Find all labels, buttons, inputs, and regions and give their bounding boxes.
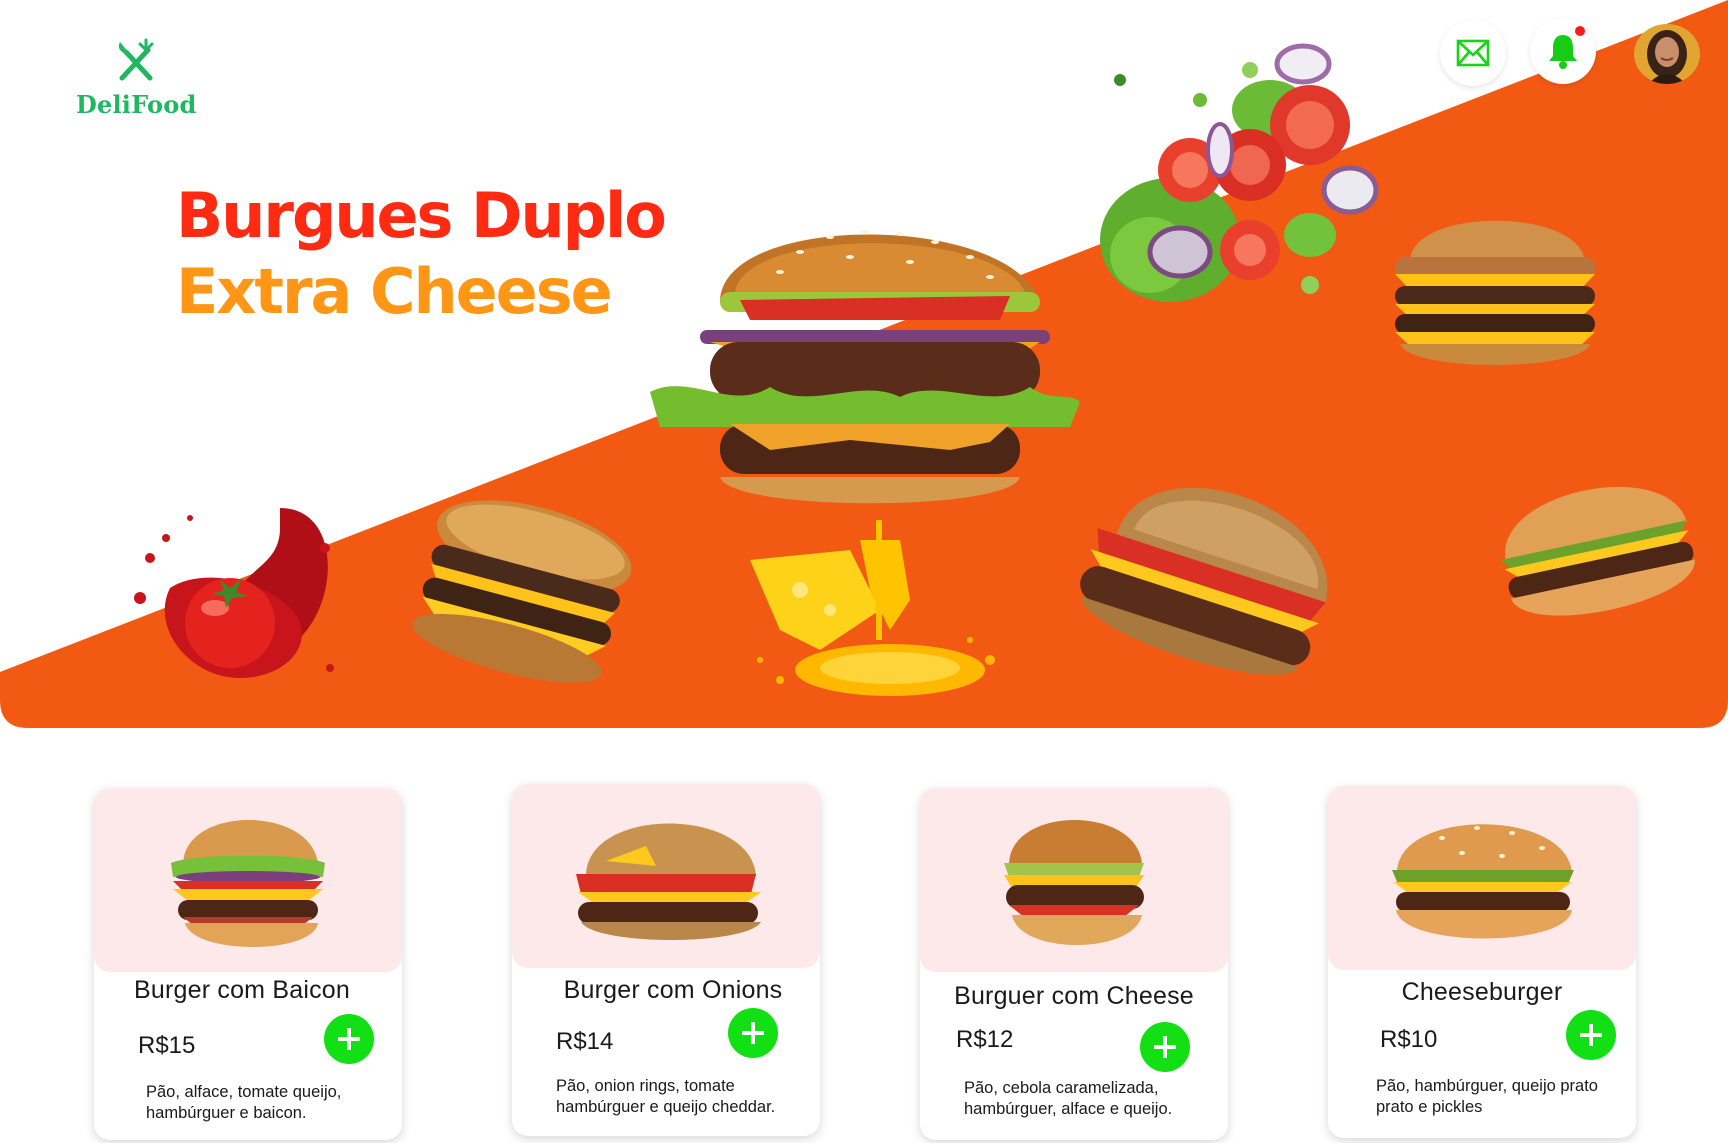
add-to-cart-button[interactable]	[728, 1008, 778, 1058]
add-to-cart-button[interactable]	[1140, 1022, 1190, 1072]
cheeseburger-hero-illustration	[1500, 486, 1695, 616]
product-description: Pão, cebola caramelizada, hambúrguer, al…	[964, 1079, 1173, 1118]
plus-icon	[1154, 1036, 1176, 1058]
floating-vegetables-illustration	[1100, 43, 1379, 302]
product-image-panel	[512, 784, 820, 968]
bell-icon	[1549, 35, 1577, 69]
triple-stack-burger-illustration	[1395, 220, 1595, 365]
double-burger-illustration	[412, 500, 632, 683]
brand-logo[interactable]: DeliFood	[76, 36, 196, 119]
plus-icon	[742, 1022, 764, 1044]
product-description: Pão, alface, tomate queijo, hambúrguer e…	[146, 1083, 342, 1122]
cheese-burger-image	[1004, 820, 1144, 945]
product-name: Burger com Baicon	[134, 976, 350, 1004]
product-name: Burguer com Cheese	[954, 982, 1194, 1010]
hero-title: Burgues Duplo Extra Cheese	[176, 178, 667, 330]
hero-title-line2: Extra Cheese	[176, 255, 613, 328]
melting-cheese-illustration	[750, 520, 995, 696]
product-price: R$12	[956, 1026, 1014, 1053]
product-image-panel	[1328, 786, 1636, 970]
add-to-cart-button[interactable]	[1566, 1010, 1616, 1060]
user-avatar[interactable]	[1634, 24, 1700, 84]
add-to-cart-button[interactable]	[324, 1014, 374, 1064]
product-card-cheese[interactable]: Burguer com Cheese R$12 Pão, cebola cara…	[920, 788, 1228, 1140]
onion-burger-illustration	[1080, 487, 1328, 675]
product-description: Pão, hambúrguer, queijo prato prato e pi…	[1376, 1077, 1598, 1116]
product-price: R$14	[556, 1028, 614, 1055]
notifications-button[interactable]	[1530, 18, 1596, 84]
bacon-burger-image	[171, 820, 325, 947]
fork-knife-icon	[118, 38, 154, 81]
mail-icon	[1456, 39, 1490, 67]
product-name: Burger com Onions	[563, 976, 783, 1004]
hero-title-line1: Burgues Duplo	[176, 179, 667, 252]
app-root: DeliFood Burgues Duplo Extra Cheese Burg…	[0, 0, 1728, 1143]
product-price: R$15	[138, 1032, 196, 1059]
plus-icon	[338, 1028, 360, 1050]
plus-icon	[1580, 1024, 1602, 1046]
product-image-panel	[94, 788, 402, 972]
notification-badge	[1573, 24, 1587, 38]
product-image-panel	[920, 788, 1228, 972]
product-name: Cheeseburger	[1401, 978, 1563, 1006]
onion-burger-image	[576, 823, 761, 940]
product-card-cheeseburger[interactable]: Cheeseburger R$10 Pão, hambúrguer, queij…	[1328, 786, 1636, 1138]
mail-button[interactable]	[1440, 20, 1506, 86]
product-card-onions[interactable]: Burger com Onions R$14 Pão, onion rings,…	[512, 784, 820, 1136]
main-burger-illustration	[650, 230, 1080, 504]
brand-name: DeliFood	[76, 90, 197, 119]
ketchup-tomato-illustration	[134, 508, 334, 678]
product-description: Pão, onion rings, tomate hambúrguer e qu…	[556, 1077, 776, 1116]
avatar-image	[1634, 24, 1700, 84]
cheeseburger-image	[1392, 824, 1574, 939]
product-card-baicon[interactable]: Burger com Baicon R$15 Pão, alface, toma…	[94, 788, 402, 1140]
product-price: R$10	[1380, 1026, 1438, 1053]
